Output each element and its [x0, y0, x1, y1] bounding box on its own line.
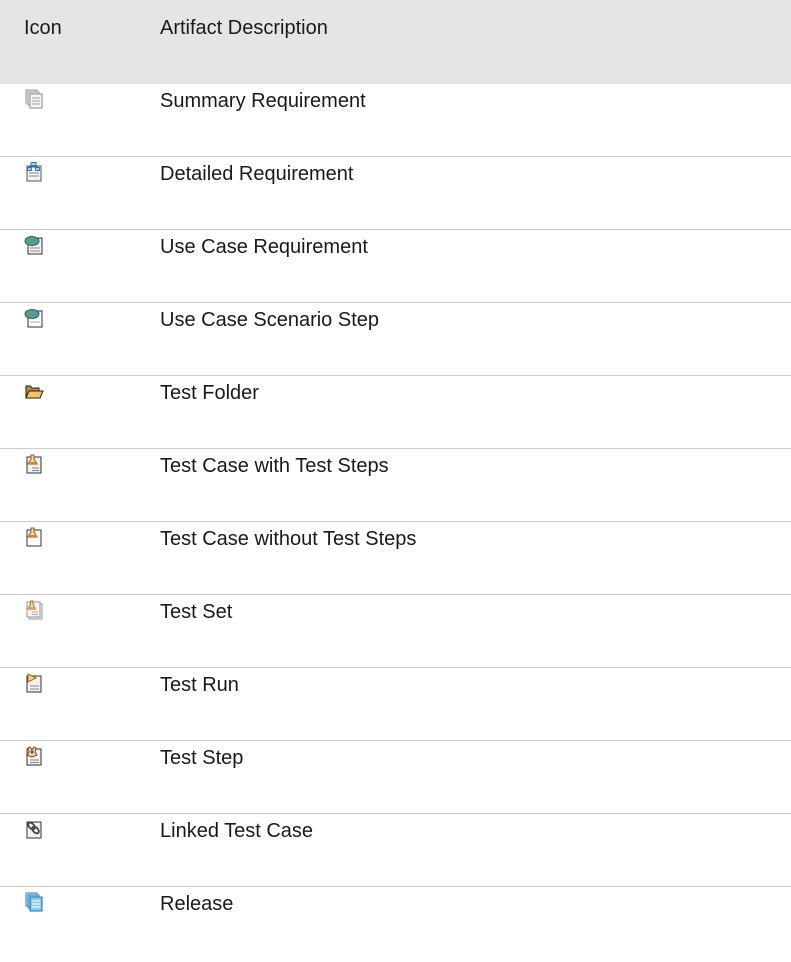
icon-column-header: Icon — [24, 17, 62, 39]
linked-test-case-icon — [24, 819, 44, 839]
table-row: Release — [0, 887, 791, 960]
summary-requirement-icon — [24, 89, 44, 109]
use-case-requirement-icon — [24, 235, 44, 255]
artifact-description: Test Folder — [160, 382, 259, 404]
artifact-description: Use Case Scenario Step — [160, 309, 380, 331]
test-case-with-steps-icon — [24, 454, 44, 474]
table-header: Icon Artifact Description — [0, 0, 791, 84]
artifact-description: Summary Requirement — [160, 90, 366, 112]
test-step-icon — [24, 746, 44, 766]
artifact-description: Test Step — [160, 747, 244, 769]
detailed-requirement-icon — [24, 162, 44, 182]
table-row: Use Case Requirement — [0, 230, 791, 303]
artifact-icon-table: Icon Artifact Description Summary Requir… — [0, 0, 791, 960]
table-row: Detailed Requirement — [0, 157, 791, 230]
test-run-icon — [24, 673, 44, 693]
description-column-header: Artifact Description — [160, 17, 328, 39]
table-row: Test Folder — [0, 376, 791, 449]
test-case-without-steps-icon — [24, 527, 44, 547]
table-row: Test Case without Test Steps — [0, 522, 791, 595]
table-row: Use Case Scenario Step — [0, 303, 791, 376]
artifact-description: Test Case without Test Steps — [160, 528, 417, 550]
table-row: Test Case with Test Steps — [0, 449, 791, 522]
test-folder-icon — [24, 381, 44, 401]
test-set-icon — [24, 600, 44, 620]
artifact-description: Test Case with Test Steps — [160, 455, 389, 477]
artifact-description: Use Case Requirement — [160, 236, 368, 258]
artifact-description: Test Set — [160, 601, 233, 623]
table-row: Test Run — [0, 668, 791, 741]
table-row: Summary Requirement — [0, 84, 791, 157]
table-row: Test Set — [0, 595, 791, 668]
table-row: Linked Test Case — [0, 814, 791, 887]
artifact-description: Detailed Requirement — [160, 163, 354, 185]
table-row: Test Step — [0, 741, 791, 814]
use-case-scenario-step-icon — [24, 308, 44, 328]
artifact-description: Linked Test Case — [160, 820, 314, 842]
artifact-description: Test Run — [160, 674, 239, 696]
artifact-description: Release — [160, 893, 234, 915]
release-icon — [24, 892, 44, 912]
